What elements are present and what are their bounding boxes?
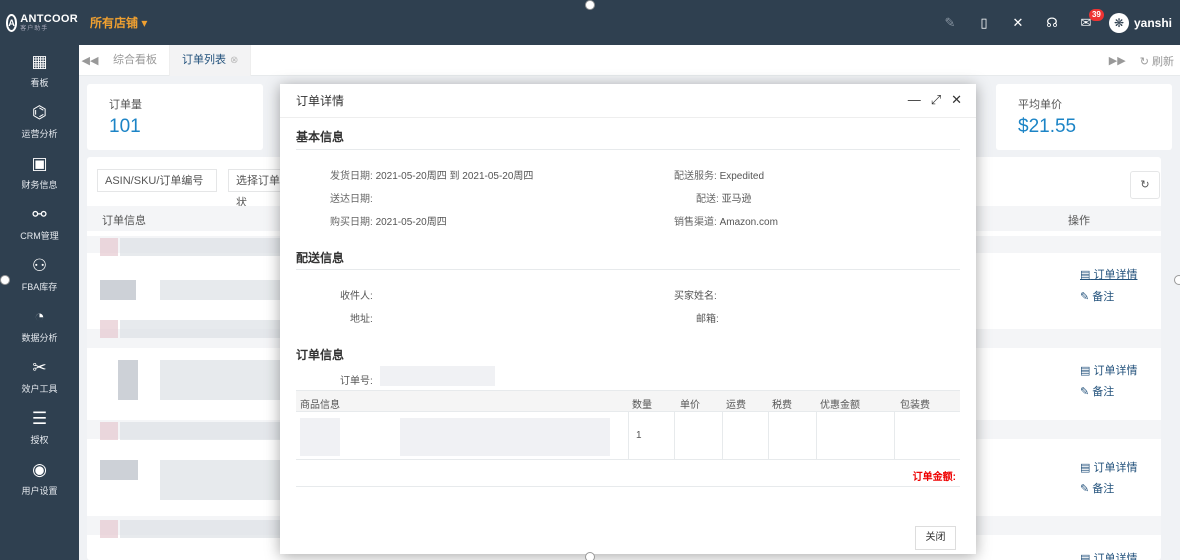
order-number-label: 订单号: [340, 376, 373, 387]
edit-icon: ✎ [1080, 386, 1090, 398]
mail-icon[interactable]: ✉ 39 [1069, 0, 1104, 45]
crm-icon: ⚯ [32, 205, 47, 224]
section-basic-info: 基本信息 [296, 130, 345, 144]
ship-service-row: 配送服务: Expedited [674, 171, 765, 182]
user-settings-icon: ◉ [32, 460, 47, 479]
sidebar-item-authorize[interactable]: ☰ 授权 [0, 402, 79, 453]
email-label: 邮箱: [696, 314, 719, 325]
dashboard-icon: ▦ [31, 52, 48, 71]
refresh-icon: ↻ [1140, 179, 1150, 191]
ship-date-value: 2021-05-20周四 到 2021-05-20周四 [375, 171, 534, 182]
sales-channel-row: 销售渠道: Amazon.com [674, 217, 778, 228]
maximize-icon[interactable]: ⤢ [931, 92, 941, 108]
sidebar-item-crm[interactable]: ⚯ CRM管理 [0, 198, 79, 249]
fulfillment-value: 亚马逊 [721, 194, 752, 205]
finance-icon: ▣ [31, 154, 48, 173]
detail-icon: ▤ [1080, 269, 1091, 281]
sidebar-item-data-analysis[interactable]: ◔ 数据分析 [0, 300, 79, 351]
modal-title: 订单详情 [296, 94, 345, 108]
order-detail-link[interactable]: ▤ 订单详情 [1080, 459, 1137, 475]
sidebar-item-user-settings[interactable]: ◉ 用户设置 [0, 453, 79, 504]
tab-order-list[interactable]: 订单列表 ⊗ [170, 44, 252, 76]
modal-header: 订单详情 [280, 84, 976, 118]
ship-service-value: Expedited [719, 171, 765, 182]
note-link[interactable]: ✎ 备注 [1080, 288, 1114, 304]
sidebar-item-tools[interactable]: ✂ 效户工具 [0, 351, 79, 402]
edit-icon: ✎ [1080, 483, 1090, 495]
tabs-next-icon[interactable]: ▶▶ [1109, 54, 1126, 67]
logo-subtext: 客户助手 [20, 25, 49, 32]
tab-close-icon[interactable]: ⊗ [230, 55, 238, 66]
table-header: 商品信息 数量 单价 运费 税费 优惠金额 包装费 [296, 390, 960, 412]
avatar: ❋ [1108, 12, 1129, 33]
plugin-icon[interactable]: ✎ [933, 0, 967, 45]
tools-icon: ✂ [32, 358, 47, 377]
tab-dashboard[interactable]: 综合看板 [101, 44, 170, 76]
stat-card-orders: 订单量 101 [87, 84, 263, 150]
recipient-label: 收件人: [340, 291, 373, 302]
logo-text: ANTCOOR [20, 12, 78, 25]
order-detail-link[interactable]: ▤ 订单详情 [1080, 362, 1137, 378]
fulfillment-row: 配送: 亚马逊 [696, 194, 752, 205]
mobile-icon[interactable]: ▯ [967, 0, 1001, 45]
close-button[interactable]: 关闭 [915, 526, 956, 550]
username: yanshi [1133, 15, 1172, 30]
note-link[interactable]: ✎ 备注 [1080, 480, 1114, 496]
table-row: 1 [296, 412, 960, 460]
store-select[interactable]: 所有店铺 ▾ [90, 14, 147, 31]
quantity-value: 1 [636, 430, 642, 441]
section-shipping-info: 配送信息 [296, 251, 345, 265]
sidebar: ▦ 看板 ⌬ 运营分析 ▣ 财务信息 ⚯ CRM管理 ⚇ FBA库存 ◔ 数据分析 ✂ 效户工… [0, 45, 79, 560]
refresh-button[interactable]: ↻ 刷新 [1140, 53, 1174, 69]
column-order-info: 订单信息 [102, 215, 146, 227]
sidebar-item-operations[interactable]: ⌬ 运营分析 [0, 96, 79, 147]
table-refresh-button[interactable]: ↻ [1130, 171, 1160, 199]
edit-icon: ✎ [1080, 291, 1090, 303]
column-actions: 操作 [1068, 215, 1090, 227]
purchase-date-row: 购买日期: 2021-05-20周四 [330, 217, 447, 228]
detail-icon: ▤ [1080, 365, 1091, 377]
order-detail-link[interactable]: ▤ 订单详情 [1080, 550, 1137, 560]
order-detail-modal: 订单详情 — ⤢ ✕ 基本信息 发货日期: 2021-05-20周四 到 202… [280, 84, 976, 554]
sales-channel-value: Amazon.com [719, 217, 778, 228]
stat-card-avg-price: 平均单价 $21.55 [996, 84, 1172, 150]
section-order-info: 订单信息 [296, 348, 345, 362]
order-total-label: 订单金额: [912, 472, 956, 483]
order-items-table: 商品信息 数量 单价 运费 税费 优惠金额 包装费 1 [296, 390, 960, 460]
note-link[interactable]: ✎ 备注 [1080, 383, 1114, 399]
inventory-icon: ⚇ [31, 256, 48, 275]
purchase-date-value: 2021-05-20周四 [375, 217, 447, 228]
logo-mark-icon: A [6, 13, 18, 32]
chart-icon: ◔ [34, 307, 45, 326]
authorize-icon: ☰ [31, 409, 48, 428]
tabs-prev-icon[interactable]: ◀◀ [79, 54, 101, 67]
fullscreen-icon[interactable]: ✕ [1001, 0, 1035, 45]
address-label: 地址: [350, 314, 373, 325]
tabs-bar: ◀◀ 综合看板 订单列表 ⊗ ▶▶ ↻ 刷新 [79, 44, 1180, 76]
sidebar-item-dashboard[interactable]: ▦ 看板 [0, 45, 79, 96]
logo[interactable]: A ANTCOOR 客户助手 [0, 0, 78, 45]
status-select[interactable]: 选择订单状 [228, 169, 288, 209]
mail-badge: 39 [1088, 9, 1104, 21]
minimize-icon[interactable]: — [908, 92, 921, 108]
sidebar-item-finance[interactable]: ▣ 财务信息 [0, 147, 79, 198]
refresh-icon: ↻ [1139, 55, 1149, 68]
buyer-name-label: 买家姓名: [674, 291, 717, 302]
detail-icon: ▤ [1080, 462, 1091, 474]
sidebar-item-inventory[interactable]: ⚇ FBA库存 [0, 249, 79, 300]
order-detail-link[interactable]: ▤ 订单详情 [1080, 266, 1137, 282]
search-input[interactable]: ASIN/SKU/订单编号 [97, 169, 217, 192]
close-icon[interactable]: ✕ [951, 92, 962, 108]
detail-icon: ▤ [1080, 553, 1091, 560]
user-menu[interactable]: ❋ yanshi [1108, 12, 1172, 33]
ship-date-row: 发货日期: 2021-05-20周四 到 2021-05-20周四 [330, 171, 534, 182]
operations-icon: ⌬ [32, 103, 47, 122]
headset-icon[interactable]: ☊ [1035, 0, 1069, 45]
delivery-date-row: 送达日期: [330, 194, 373, 205]
